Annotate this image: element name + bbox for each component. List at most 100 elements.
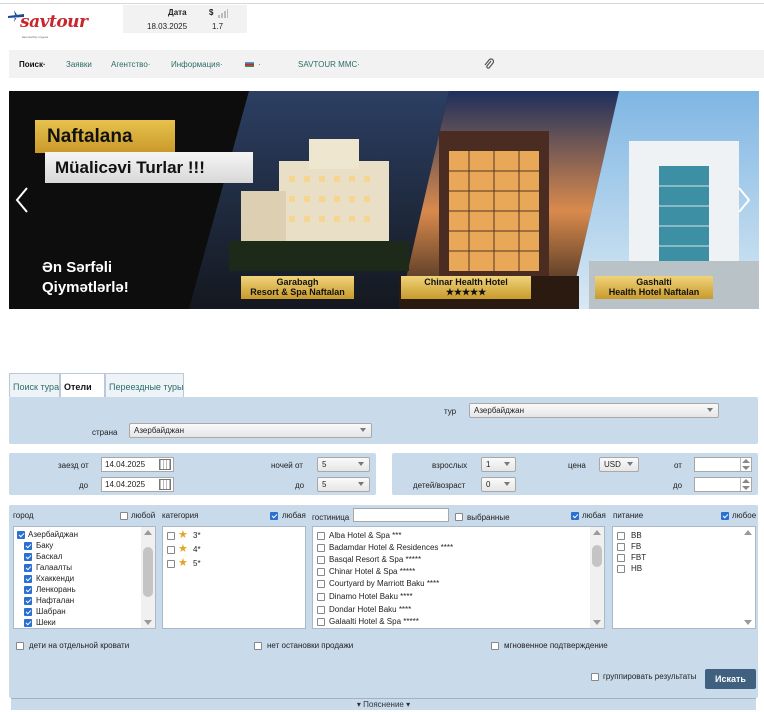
rate-value: 1.7 xyxy=(212,22,224,31)
nav-language[interactable]: · xyxy=(258,60,261,69)
price-to-input[interactable] xyxy=(694,477,752,492)
explanation-toggle[interactable]: ▾ Пояснение ▾ xyxy=(11,698,756,710)
calendar-icon[interactable] xyxy=(159,479,171,490)
city-checkbox[interactable] xyxy=(24,542,32,550)
city-checkbox[interactable] xyxy=(24,619,32,627)
search-button[interactable]: Искать xyxy=(705,669,756,689)
spinner-icon[interactable] xyxy=(740,478,750,491)
currency-select[interactable]: USD xyxy=(599,457,639,472)
separate-bed-label: дети на отдельной кровати xyxy=(29,641,130,650)
city-checkbox[interactable] xyxy=(24,597,32,605)
tab-hotels[interactable]: Отели xyxy=(60,373,105,398)
no-stop-sale-label: нет остановки продажи xyxy=(267,641,354,650)
list-item: Азербайджан xyxy=(28,530,79,539)
group-results-label: группировать результаты xyxy=(603,672,697,681)
meal-list[interactable]: BB FB FBT HB xyxy=(612,526,756,629)
price-from-input[interactable] xyxy=(694,457,752,472)
currency-header: $ xyxy=(209,8,214,17)
hotel-checkbox[interactable] xyxy=(317,544,325,552)
meal-checkbox[interactable] xyxy=(617,543,625,551)
hotel-checkbox[interactable] xyxy=(317,593,325,601)
city-checkbox[interactable] xyxy=(24,608,32,616)
hotel-any-checkbox[interactable] xyxy=(571,512,579,520)
no-stop-sale-checkbox[interactable] xyxy=(254,642,262,650)
meal-checkbox[interactable] xyxy=(617,565,625,573)
meal-checkbox[interactable] xyxy=(617,554,625,562)
checkout-label: до xyxy=(79,481,89,490)
nav-orders[interactable]: Заявки xyxy=(66,60,92,69)
main-nav: Поиск· Заявки Агентство· Информация· · S… xyxy=(9,50,764,78)
tab-tour-search[interactable]: Поиск тура xyxy=(9,373,60,397)
category-checkbox[interactable] xyxy=(167,546,175,554)
hotel-checkbox[interactable] xyxy=(317,556,325,564)
category-any-checkbox[interactable] xyxy=(270,512,278,520)
hotel-list-scrollbar[interactable] xyxy=(590,527,604,628)
list-item: 3* xyxy=(193,531,201,540)
azerbaijan-flag-icon[interactable] xyxy=(245,62,254,67)
group-results-checkbox[interactable] xyxy=(591,673,599,681)
paperclip-icon[interactable] xyxy=(484,58,494,70)
list-item: Courtyard by Marriott Baku **** xyxy=(329,579,440,588)
category-checkbox[interactable] xyxy=(167,532,175,540)
nav-company[interactable]: SAVTOUR MMC· xyxy=(298,60,360,69)
chevron-left-icon[interactable] xyxy=(15,187,29,213)
tour-select[interactable]: Азербайджан xyxy=(469,403,719,418)
children-select[interactable]: 0 xyxy=(481,477,516,492)
promo-banner[interactable]: Naftalana Müalicəvi Turlar !!! Ən Sərfəl… xyxy=(9,91,759,309)
meal-list-scrollbar[interactable] xyxy=(741,527,755,628)
hotel-checkbox[interactable] xyxy=(317,606,325,614)
hotel-checkbox[interactable] xyxy=(317,568,325,576)
adults-select[interactable]: 1 xyxy=(481,457,516,472)
calendar-icon[interactable] xyxy=(159,459,171,470)
category-checkbox[interactable] xyxy=(167,560,175,568)
category-list[interactable]: ★ 3* ★ 4* ★ 5* xyxy=(162,526,306,629)
city-checkbox[interactable] xyxy=(24,575,32,583)
price-from-label: от xyxy=(674,461,682,470)
list-item: Нафталан xyxy=(36,596,75,605)
tab-transfer-tours[interactable]: Переездные туры xyxy=(105,373,184,397)
nav-information[interactable]: Информация· xyxy=(171,60,223,69)
savtour-logo[interactable]: savtour ваш выбор отдыха xyxy=(8,8,88,44)
category-any-label: любая xyxy=(282,511,306,520)
star-icon: ★ xyxy=(178,557,188,569)
hotel-selected-label: выбранные xyxy=(467,513,510,522)
hotel-checkbox[interactable] xyxy=(317,618,325,626)
hotel-selected-checkbox[interactable] xyxy=(455,513,463,521)
nights-to-select[interactable]: 5 xyxy=(317,477,370,492)
hotel-search-input[interactable] xyxy=(353,508,449,522)
list-item: Шабран xyxy=(36,607,66,616)
instant-confirm-checkbox[interactable] xyxy=(491,642,499,650)
city-checkbox[interactable] xyxy=(24,586,32,594)
hotel-list[interactable]: Alba Hotel & Spa *** Badamdar Hotel & Re… xyxy=(312,526,605,629)
list-item: 5* xyxy=(193,559,201,568)
nav-search[interactable]: Поиск· xyxy=(19,60,46,69)
city-list-scrollbar[interactable] xyxy=(141,527,155,628)
star-icon: ★ xyxy=(178,543,188,555)
city-checkbox[interactable] xyxy=(24,553,32,561)
meal-any-checkbox[interactable] xyxy=(721,512,729,520)
nav-agency[interactable]: Агентство· xyxy=(111,60,150,69)
city-checkbox[interactable] xyxy=(24,564,32,572)
list-item: 4* xyxy=(193,545,201,554)
meal-checkbox[interactable] xyxy=(617,532,625,540)
list-item: Баку xyxy=(36,541,54,550)
hotel-checkbox[interactable] xyxy=(317,580,325,588)
logo-tagline: ваш выбор отдыха xyxy=(22,35,49,39)
hotel-checkbox[interactable] xyxy=(317,532,325,540)
tour-label: тур xyxy=(444,407,457,416)
city-list[interactable]: Азербайджан Баку Баскал Галаалты Кхаккен… xyxy=(13,526,156,629)
country-select[interactable]: Азербайджан xyxy=(129,423,372,438)
list-item: Кхаккенди xyxy=(36,574,75,583)
instant-confirm-label: мгновенное подтверждение xyxy=(504,641,608,650)
chevron-right-icon[interactable] xyxy=(737,187,751,213)
nights-from-select[interactable]: 5 xyxy=(317,457,370,472)
checkin-label: заезд от xyxy=(58,461,89,470)
meal-label: питание xyxy=(613,511,644,520)
nights-to-label: до xyxy=(295,481,305,490)
signal-bars-icon xyxy=(218,9,228,18)
adults-label: взрослых xyxy=(432,461,468,470)
spinner-icon[interactable] xyxy=(740,458,750,471)
separate-bed-checkbox[interactable] xyxy=(16,642,24,650)
city-checkbox[interactable] xyxy=(17,531,25,539)
city-any-checkbox[interactable] xyxy=(120,512,128,520)
